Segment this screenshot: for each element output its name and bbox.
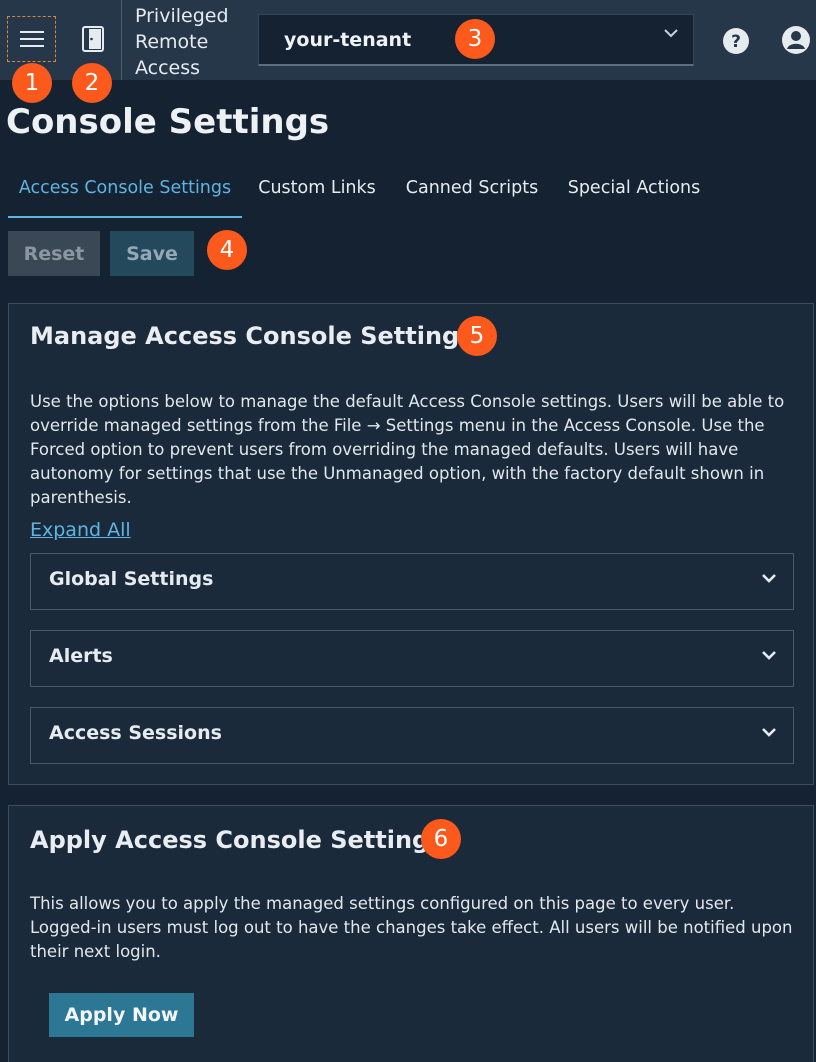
chevron-down-icon bbox=[762, 651, 776, 660]
app-title: Privileged Remote Access bbox=[135, 5, 229, 79]
expand-all-link[interactable]: Expand All bbox=[30, 519, 131, 541]
tab-special-actions[interactable]: Special Actions bbox=[552, 168, 716, 218]
callout-1: 1 bbox=[12, 63, 52, 103]
page-title: Console Settings bbox=[6, 102, 330, 142]
access-console-icon bbox=[81, 26, 104, 52]
save-button[interactable]: Save bbox=[110, 231, 194, 276]
callout-6: 6 bbox=[421, 819, 461, 859]
topbar-divider bbox=[121, 0, 122, 80]
accordion-global-settings[interactable]: Global Settings bbox=[30, 553, 794, 610]
chevron-down-icon bbox=[762, 574, 776, 583]
callout-3: 3 bbox=[455, 19, 495, 59]
accordion-alerts[interactable]: Alerts bbox=[30, 630, 794, 687]
callout-2: 2 bbox=[72, 63, 112, 103]
accordion-label: Global Settings bbox=[49, 568, 214, 590]
chevron-down-icon bbox=[762, 728, 776, 737]
top-bar: Privileged Remote Access your-tenant ? bbox=[0, 0, 816, 80]
accordion-label: Alerts bbox=[49, 645, 113, 667]
manage-settings-title: Manage Access Console Settings bbox=[30, 322, 474, 350]
active-tab-indicator bbox=[8, 216, 242, 218]
reset-button[interactable]: Reset bbox=[8, 231, 100, 276]
hamburger-menu-icon bbox=[19, 30, 44, 48]
svg-text:?: ? bbox=[731, 32, 741, 52]
tab-canned-scripts[interactable]: Canned Scripts bbox=[392, 168, 552, 218]
apply-settings-panel: Apply Access Console Settings This allow… bbox=[8, 805, 814, 1062]
help-button[interactable]: ? bbox=[722, 27, 750, 55]
user-menu-button[interactable] bbox=[781, 25, 811, 55]
tab-access-console-settings[interactable]: Access Console Settings bbox=[8, 168, 242, 218]
accordion-access-sessions[interactable]: Access Sessions bbox=[30, 707, 794, 764]
tab-custom-links[interactable]: Custom Links bbox=[242, 168, 392, 218]
chevron-down-icon bbox=[664, 29, 678, 38]
user-account-icon bbox=[782, 26, 810, 54]
manage-settings-panel: Manage Access Console Settings Use the o… bbox=[8, 303, 814, 785]
tenant-select-value: your-tenant bbox=[284, 28, 412, 51]
apply-settings-title: Apply Access Console Settings bbox=[30, 826, 444, 854]
apply-settings-description: This allows you to apply the managed set… bbox=[30, 894, 793, 961]
manage-settings-description: Use the options below to manage the defa… bbox=[30, 392, 785, 507]
access-console-button[interactable] bbox=[68, 16, 117, 62]
apply-now-button[interactable]: Apply Now bbox=[49, 993, 194, 1037]
callout-5: 5 bbox=[457, 316, 497, 356]
callout-4: 4 bbox=[207, 230, 247, 270]
accordion-label: Access Sessions bbox=[49, 722, 222, 744]
menu-button[interactable] bbox=[7, 16, 56, 62]
help-icon: ? bbox=[723, 28, 749, 54]
